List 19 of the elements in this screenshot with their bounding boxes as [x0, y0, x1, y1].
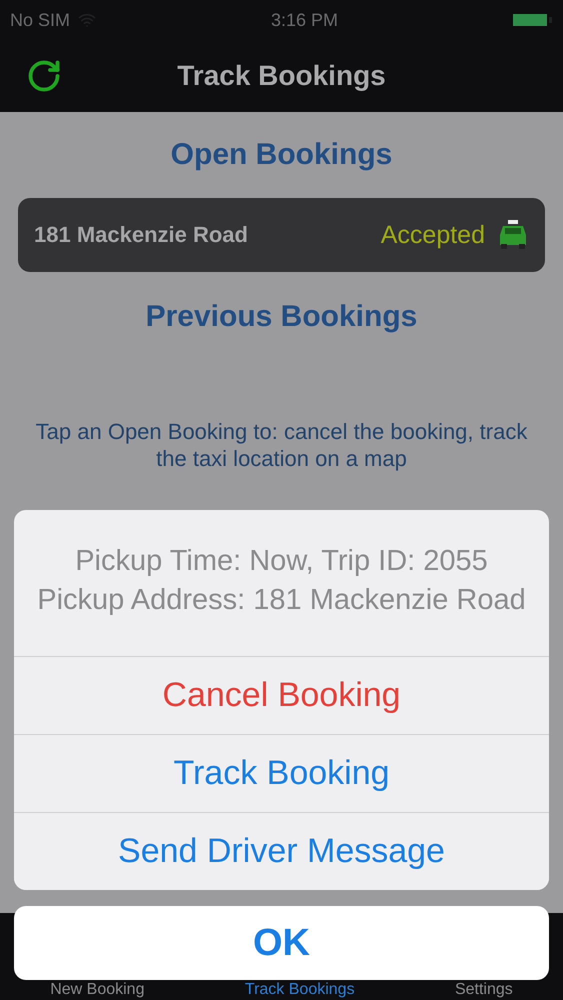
carrier-text: No SIM: [10, 10, 70, 30]
tab[interactable]: New Booking: [50, 981, 144, 1000]
tab[interactable]: Track Bookings: [244, 981, 355, 1000]
sheet-message: Pickup Address: 181 Mackenzie Road: [37, 583, 526, 618]
booking-address: 181 Mackenzie Road: [34, 222, 248, 248]
refresh-icon[interactable]: [26, 58, 62, 94]
sheet-action[interactable]: Send Driver Message: [14, 812, 549, 890]
section-heading: Open Bookings: [170, 138, 392, 172]
window-title: Track Bookings: [177, 60, 386, 92]
tab[interactable]: Settings: [454, 981, 513, 1000]
ok-button[interactable]: OK: [14, 906, 549, 980]
section-heading: Previous Bookings: [146, 300, 418, 334]
sheet-message: Pickup Time: Now, Trip ID: 2055: [75, 544, 488, 579]
booking-status: Accepted: [380, 220, 485, 250]
taxi-icon: [497, 220, 529, 250]
booking-row[interactable]: 181 Mackenzie Road Accepted: [18, 198, 545, 272]
battery-icon: [513, 12, 553, 28]
hint-text: Tap an Open Booking to: cancel the booking, track the taxi location on a map: [34, 418, 528, 472]
clock-text: 3:16 PM: [270, 10, 338, 30]
